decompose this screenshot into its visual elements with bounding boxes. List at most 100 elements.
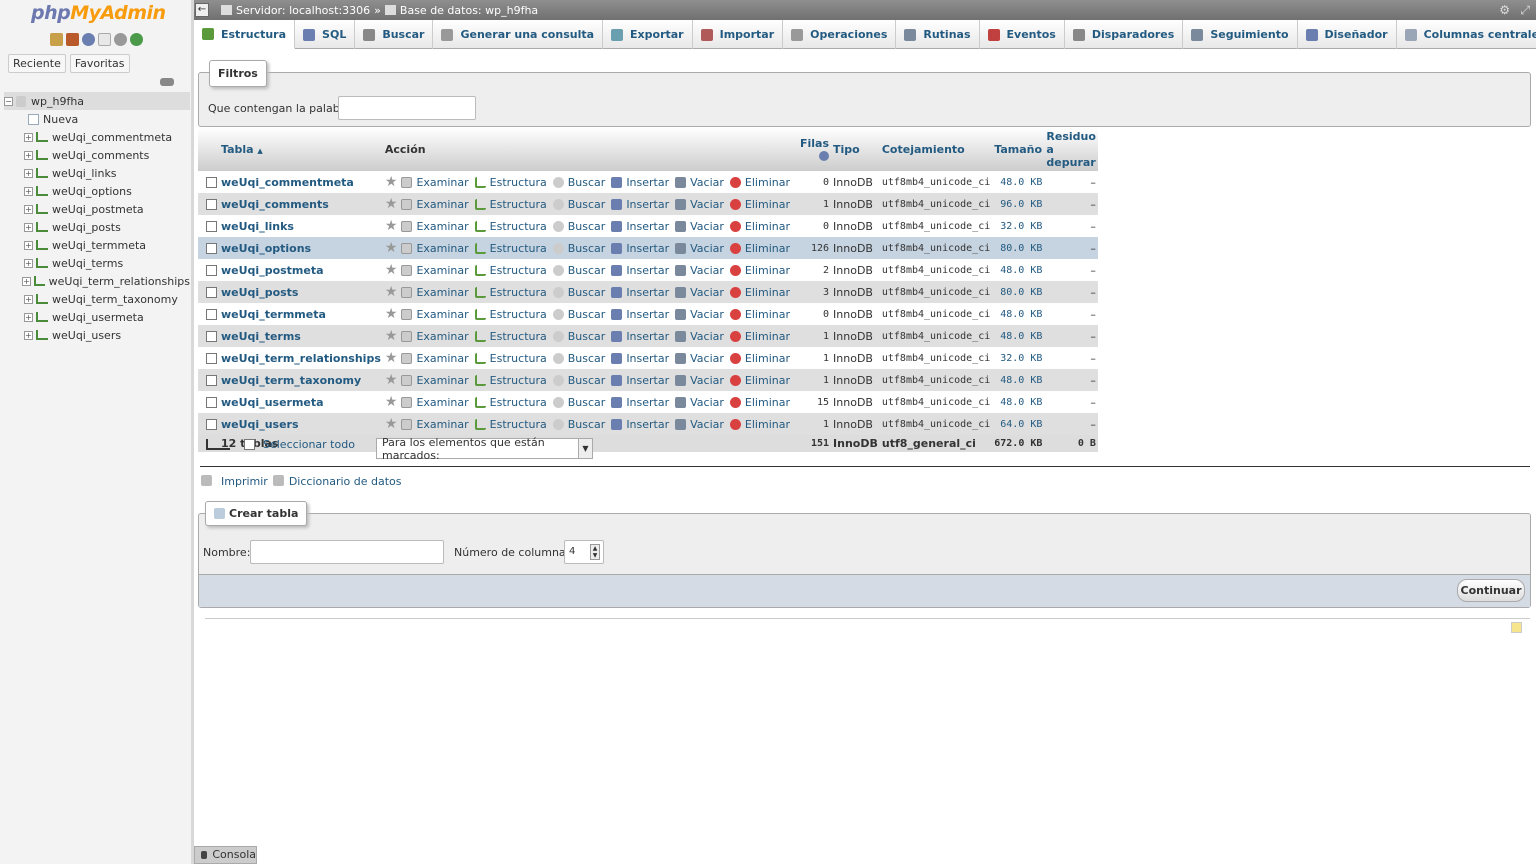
tab-estructura[interactable]: Estructura [194,20,296,49]
row-checkbox[interactable] [206,330,217,342]
action-insertar[interactable]: Insertar [611,264,669,277]
table-name-link[interactable]: weUqi_terms [219,325,383,347]
action-vaciar[interactable]: Vaciar [675,352,724,365]
action-examinar[interactable]: Examinar [401,264,469,277]
action-eliminar[interactable]: Eliminar [729,330,790,343]
action-eliminar[interactable]: Eliminar [729,176,790,189]
table-structure-icon[interactable] [36,150,48,160]
favorite-star-icon[interactable]: ★ [385,306,398,322]
favorite-star-icon[interactable]: ★ [385,284,398,300]
table-size[interactable]: 80.0 KB [992,237,1045,259]
action-insertar[interactable]: Insertar [611,220,669,233]
docs-icon[interactable] [98,33,111,46]
tree-table-item[interactable]: + weUqi_options [4,182,190,200]
collapse-icon[interactable]: − [4,96,13,106]
select-all-checkbox[interactable] [244,439,255,450]
action-examinar[interactable]: Examinar [401,286,469,299]
table-row[interactable]: weUqi_postmeta ★ Examinar Estructura Buscar I… [198,259,1098,281]
favorite-star-icon[interactable]: ★ [385,350,398,366]
action-buscar[interactable]: Buscar [552,242,605,255]
tab-eventos[interactable]: Eventos [980,20,1065,49]
table-size[interactable]: 48.0 KB [992,303,1045,325]
action-examinar[interactable]: Examinar [401,242,469,255]
header-cotejamiento[interactable]: Cotejamiento [879,128,993,171]
panel-resizer[interactable] [191,0,194,864]
table-row[interactable]: weUqi_commentmeta ★ Examinar Estructura Busc… [198,171,1098,193]
action-buscar[interactable]: Buscar [552,308,605,321]
tree-new-table[interactable]: Nueva [4,110,190,128]
action-examinar[interactable]: Examinar [401,308,469,321]
action-vaciar[interactable]: Vaciar [675,374,724,387]
action-buscar[interactable]: Buscar [552,330,605,343]
action-examinar[interactable]: Examinar [401,198,469,211]
action-insertar[interactable]: Insertar [611,242,669,255]
tree-table-item[interactable]: + weUqi_users [4,326,190,344]
action-insertar[interactable]: Insertar [611,198,669,211]
action-estructura[interactable]: Estructura [474,242,547,255]
tab-diseñador[interactable]: Diseñador [1298,20,1397,49]
action-estructura[interactable]: Estructura [474,396,547,409]
settings-gear-icon[interactable]: ⚙ [1499,3,1510,17]
tab-disparadores[interactable]: Disparadores [1065,20,1184,49]
table-name-input[interactable] [250,540,444,564]
table-row[interactable]: weUqi_users ★ Examinar Estructura Buscar Inse… [198,413,1098,435]
breadcrumb-database[interactable]: Base de datos: wp_h9fha [400,4,538,17]
row-checkbox[interactable] [206,352,217,364]
console-toggle[interactable]: Consola [194,846,257,864]
action-estructura[interactable]: Estructura [474,264,547,277]
action-buscar[interactable]: Buscar [552,352,605,365]
action-examinar[interactable]: Examinar [401,418,469,431]
table-structure-icon[interactable] [36,132,48,142]
table-size[interactable]: 48.0 KB [992,369,1045,391]
expand-icon[interactable]: + [24,186,33,196]
tree-table-item[interactable]: + weUqi_postmeta [4,200,190,218]
table-name-link[interactable]: weUqi_options [219,237,383,259]
table-name-link[interactable]: weUqi_users [219,413,383,435]
collapse-nav-icon[interactable]: ← [195,3,209,17]
table-size[interactable]: 64.0 KB [992,413,1045,435]
table-structure-icon[interactable] [34,276,45,286]
tab-exportar[interactable]: Exportar [603,20,693,49]
table-name-link[interactable]: weUqi_term_relationships [219,347,383,369]
table-structure-icon[interactable] [36,294,48,304]
action-estructura[interactable]: Estructura [474,220,547,233]
action-eliminar[interactable]: Eliminar [729,418,790,431]
favorite-star-icon[interactable]: ★ [385,372,398,388]
action-eliminar[interactable]: Eliminar [729,374,790,387]
action-estructura[interactable]: Estructura [474,176,547,189]
select-all-label[interactable]: Seleccionar todo [263,438,355,451]
action-examinar[interactable]: Examinar [401,330,469,343]
header-tipo[interactable]: Tipo [831,128,880,171]
table-size[interactable]: 48.0 KB [992,325,1045,347]
expand-icon[interactable]: + [24,330,33,340]
tree-table-item[interactable]: + weUqi_termmeta [4,236,190,254]
header-tabla[interactable]: Tabla ▲ [219,128,383,171]
action-buscar[interactable]: Buscar [552,264,605,277]
action-insertar[interactable]: Insertar [611,374,669,387]
table-name-link[interactable]: weUqi_commentmeta [219,171,383,193]
expand-icon[interactable]: + [24,240,33,250]
table-size[interactable]: 48.0 KB [992,391,1045,413]
action-eliminar[interactable]: Eliminar [729,264,790,277]
tree-table-item[interactable]: + weUqi_comments [4,146,190,164]
link-with-main-panel-icon[interactable] [160,78,174,86]
favorite-star-icon[interactable]: ★ [385,196,398,212]
action-estructura[interactable]: Estructura [474,330,547,343]
table-row[interactable]: weUqi_options ★ Examinar Estructura Buscar In… [198,237,1098,259]
row-checkbox[interactable] [206,308,217,320]
action-insertar[interactable]: Insertar [611,352,669,365]
row-checkbox[interactable] [206,286,217,298]
action-eliminar[interactable]: Eliminar [729,286,790,299]
tree-table-item[interactable]: + weUqi_term_relationships [4,272,190,290]
favorite-star-icon[interactable]: ★ [385,174,398,190]
row-checkbox[interactable] [206,176,217,188]
phpmyadmin-logo[interactable]: phpMyAdmin [31,2,166,24]
table-structure-icon[interactable] [36,330,48,340]
table-size[interactable]: 48.0 KB [992,259,1045,281]
action-vaciar[interactable]: Vaciar [675,330,724,343]
continue-button[interactable]: Continuar [1457,579,1525,602]
tree-database[interactable]: − wp_h9fha [4,92,190,110]
reload-icon[interactable] [130,33,143,46]
expand-icon[interactable]: + [24,222,33,232]
tree-table-item[interactable]: + weUqi_commentmeta [4,128,190,146]
